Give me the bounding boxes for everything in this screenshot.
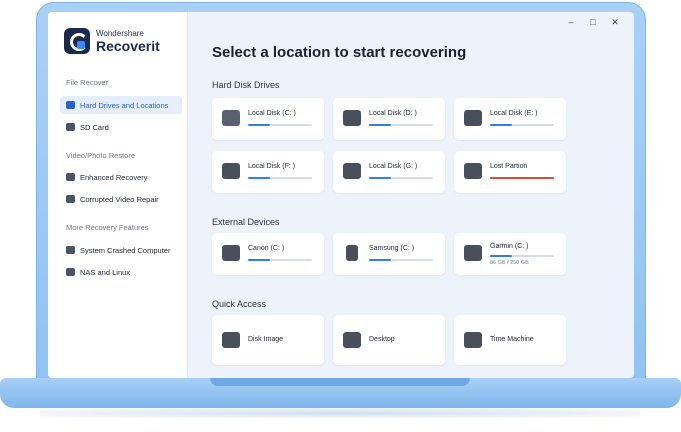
device-usage-fill xyxy=(248,259,271,261)
hard-disk-icon xyxy=(343,110,361,126)
drive-label: Local Disk (D: ) xyxy=(369,110,417,117)
device-usage-bar xyxy=(490,255,554,257)
page-title: Select a location to start recovering xyxy=(212,44,467,61)
drive-usage-bar xyxy=(369,177,433,179)
sidebar: Wondershare Recoverit File Recover Hard … xyxy=(48,12,188,378)
drive-usage-fill xyxy=(369,177,392,179)
sidebar-item-label: SD Card xyxy=(80,122,109,132)
device-usage-bar xyxy=(369,259,433,261)
sd-card-icon xyxy=(66,123,75,131)
lost-partition-icon xyxy=(464,163,482,179)
recoverit-logo-icon xyxy=(64,28,90,54)
app-window: Wondershare Recoverit File Recover Hard … xyxy=(48,12,634,378)
drive-label: Local Disk (E: ) xyxy=(490,110,538,117)
hard-drive-icon xyxy=(66,101,75,109)
device-usage-fill xyxy=(369,259,392,261)
sidebar-item-nas-linux[interactable]: NAS and Linux xyxy=(60,263,182,281)
device-label: Canon (C: ) xyxy=(248,245,285,252)
quick-label: Disk Image xyxy=(248,336,284,343)
time-machine-icon xyxy=(464,332,482,348)
sidebar-item-label: NAS and Linux xyxy=(80,267,131,277)
drive-usage-bar xyxy=(490,124,554,126)
phone-icon xyxy=(346,245,358,261)
sidebar-item-label: System Crashed Computer xyxy=(80,245,171,255)
main-panel: – □ ✕ Select a location to start recover… xyxy=(188,12,634,378)
sidebar-item-corrupted-video-repair[interactable]: Corrupted Video Repair xyxy=(60,190,182,208)
close-button[interactable]: ✕ xyxy=(610,17,620,28)
laptop-hinge xyxy=(210,378,470,386)
device-label: Garmin (C: ) xyxy=(490,243,529,250)
drive-card-lost-partition[interactable]: Lost Partion xyxy=(454,151,566,193)
drive-usage-fill xyxy=(490,177,554,179)
drive-label: Local Disk (F: ) xyxy=(248,163,296,170)
laptop-shadow xyxy=(40,408,640,418)
drive-usage-fill xyxy=(248,177,271,179)
hard-disk-icon xyxy=(464,110,482,126)
section-file-recover: File Recover xyxy=(66,78,109,87)
quick-label: Time Machine xyxy=(490,336,534,343)
section-more-recovery-features: More Recovery Features xyxy=(66,223,149,232)
brand-name: Wondershare xyxy=(96,28,144,38)
quick-card-time-machine[interactable]: Time Machine xyxy=(454,315,566,365)
sidebar-item-hard-drives[interactable]: Hard Drives and Locations xyxy=(60,96,182,114)
drive-usage-bar xyxy=(248,124,312,126)
device-usage-bar xyxy=(248,259,312,261)
dashcam-icon xyxy=(464,245,482,261)
drive-card-f[interactable]: Local Disk (F: ) xyxy=(212,151,324,193)
windows-drive-icon xyxy=(222,110,240,126)
drive-usage-fill xyxy=(248,124,271,126)
sidebar-item-label: Enhanced Recovery xyxy=(80,172,148,182)
section-hard-disk-drives: Hard Disk Drives xyxy=(212,80,280,90)
sidebar-item-enhanced-recovery[interactable]: Enhanced Recovery xyxy=(60,168,182,186)
app-name: Recoverit xyxy=(96,37,160,54)
video-repair-icon xyxy=(66,195,75,203)
sidebar-item-system-crashed[interactable]: System Crashed Computer xyxy=(60,241,182,259)
drive-usage-bar xyxy=(248,177,312,179)
drive-usage-fill xyxy=(490,124,513,126)
device-card-samsung[interactable]: Samsung (C: ) xyxy=(333,233,445,275)
device-usage-fill xyxy=(490,255,512,257)
nas-icon xyxy=(66,268,75,276)
sidebar-item-sd-card[interactable]: SD Card xyxy=(60,118,182,136)
device-card-garmin[interactable]: Garmin (C: ) 86 GB / 250 GB xyxy=(454,233,566,275)
section-quick-access: Quick Access xyxy=(212,299,267,309)
device-capacity: 86 GB / 250 GB xyxy=(490,260,529,266)
minimize-button[interactable]: – xyxy=(566,17,576,28)
camera-icon xyxy=(222,245,240,261)
sidebar-item-label: Corrupted Video Repair xyxy=(80,194,159,204)
camera-icon xyxy=(66,173,75,181)
quick-label: Desktop xyxy=(369,336,395,343)
device-label: Samsung (C: ) xyxy=(369,245,415,252)
drive-usage-bar xyxy=(369,124,433,126)
device-card-canon[interactable]: Canon (C: ) xyxy=(212,233,324,275)
desktop-icon xyxy=(343,332,361,348)
section-external-devices: External Devices xyxy=(212,217,280,227)
quick-card-disk-image[interactable]: Disk Image xyxy=(212,315,324,365)
drive-label: Local Disk (C: ) xyxy=(248,110,296,117)
hard-disk-icon xyxy=(222,163,240,179)
sidebar-item-label: Hard Drives and Locations xyxy=(80,100,169,110)
drive-label: Local Disk (G: ) xyxy=(369,163,418,170)
disk-image-icon xyxy=(222,332,240,348)
drive-card-c[interactable]: Local Disk (C: ) xyxy=(212,98,324,140)
drive-usage-bar xyxy=(490,177,554,179)
drive-card-e[interactable]: Local Disk (E: ) xyxy=(454,98,566,140)
usb-drive-icon xyxy=(343,163,361,179)
section-video-photo-restore: Video/Photo Restore xyxy=(66,151,136,160)
drive-usage-fill xyxy=(369,124,392,126)
app-logo: Wondershare Recoverit xyxy=(64,28,160,54)
drive-label: Lost Partion xyxy=(490,163,528,170)
quick-card-desktop[interactable]: Desktop xyxy=(333,315,445,365)
drive-card-g[interactable]: Local Disk (G: ) xyxy=(333,151,445,193)
window-controls: – □ ✕ xyxy=(566,17,620,28)
computer-icon xyxy=(66,246,75,254)
maximize-button[interactable]: □ xyxy=(588,17,598,28)
drive-card-d[interactable]: Local Disk (D: ) xyxy=(333,98,445,140)
